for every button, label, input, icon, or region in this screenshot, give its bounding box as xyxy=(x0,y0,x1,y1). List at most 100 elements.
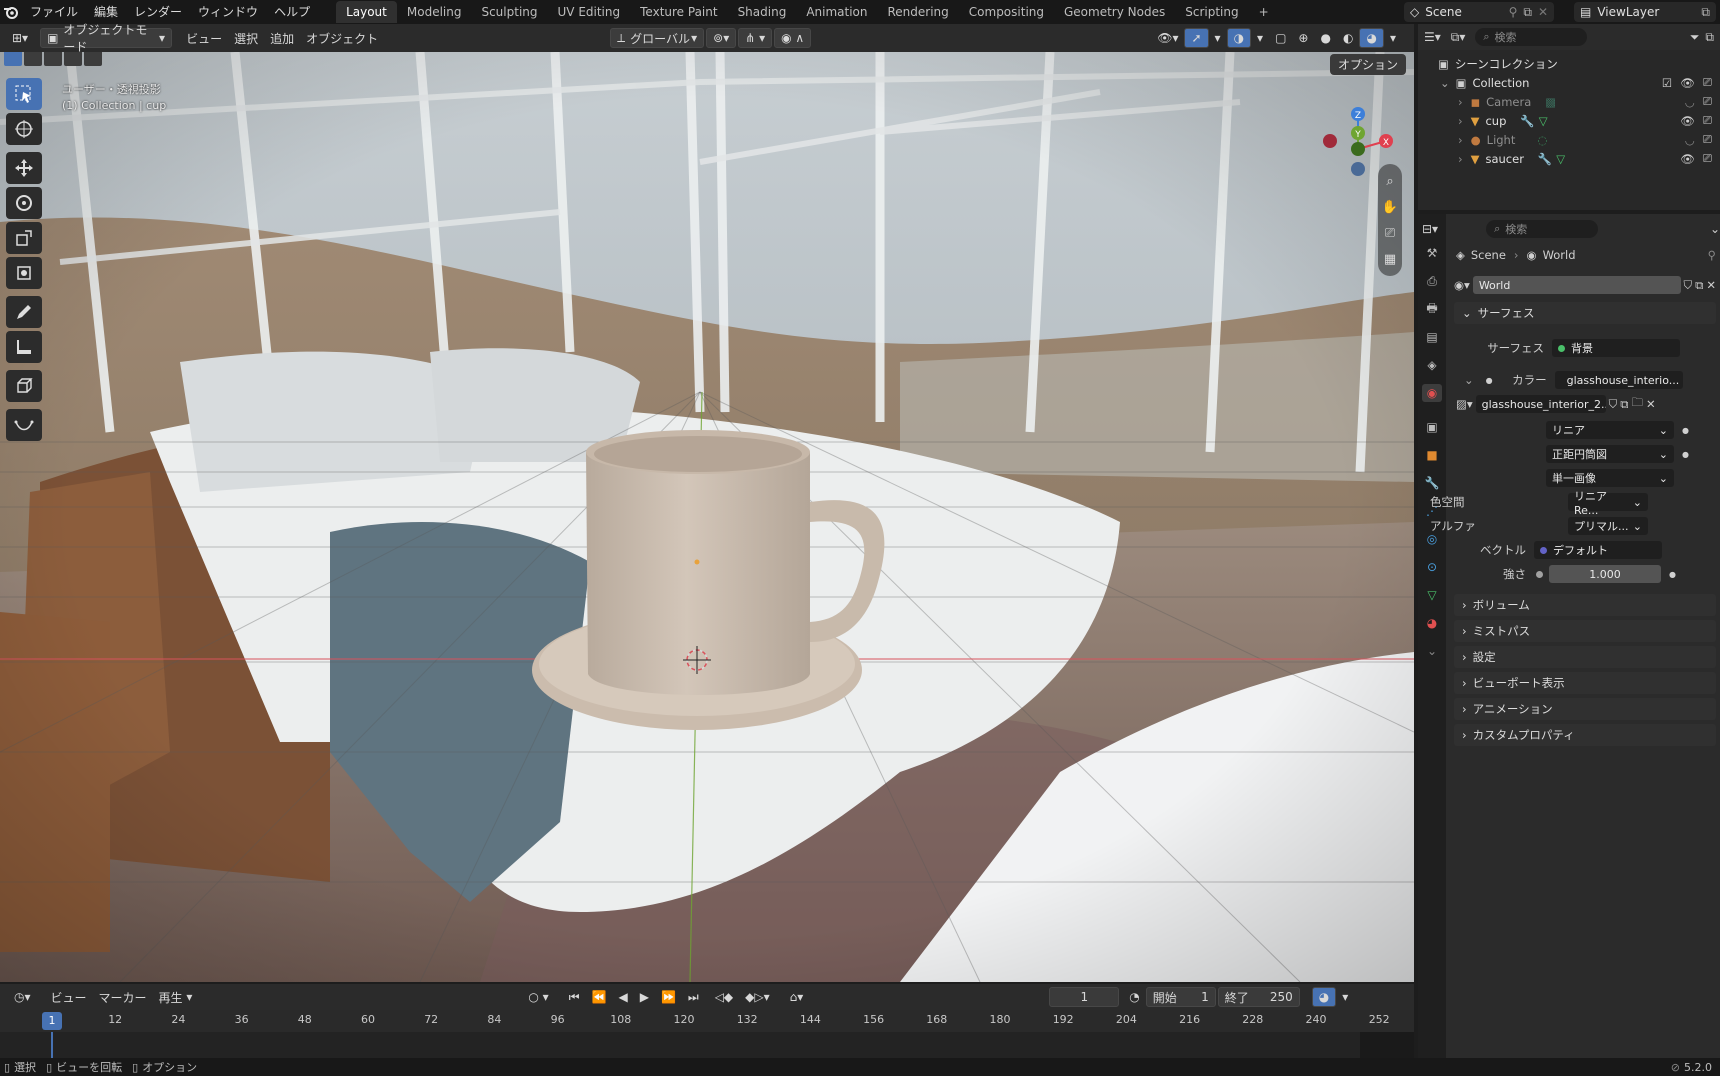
pan-hand-icon[interactable]: ✋ xyxy=(1381,196,1399,218)
image-fake-user-icon[interactable]: ⛉ xyxy=(1609,397,1618,412)
neg-x-axis-icon[interactable] xyxy=(1323,134,1337,148)
animation-panel-header[interactable]: › アニメーション xyxy=(1454,698,1716,720)
options-button[interactable]: オプション xyxy=(1329,54,1406,75)
rotate-tool-icon[interactable] xyxy=(6,187,42,219)
world-browse-icon[interactable]: ◉▾ xyxy=(1454,278,1470,292)
new-collection-icon[interactable]: ⧉ xyxy=(1705,30,1714,45)
image-duplicate-icon[interactable]: ⧉ xyxy=(1620,397,1628,412)
new-scene-icon[interactable]: ⧉ xyxy=(1523,5,1532,20)
keyframe-dot-icon[interactable]: ● xyxy=(1682,450,1689,459)
view-layer-tab-icon[interactable]: ▤ xyxy=(1422,328,1442,346)
scene-tab-icon[interactable]: ◈ xyxy=(1422,356,1442,374)
menu-view[interactable]: ビュー xyxy=(180,28,228,48)
shading-wireframe-icon[interactable]: ⊕ xyxy=(1292,28,1314,48)
interpolation-select[interactable]: リニア ⌄ xyxy=(1546,421,1674,439)
alpha-select[interactable]: プリマル... ⌄ xyxy=(1568,517,1648,535)
include-checkbox-icon[interactable]: ☑ xyxy=(1662,76,1672,90)
settings-panel-header[interactable]: › 設定 xyxy=(1454,646,1716,668)
scene-collection-row[interactable]: ▣ シーンコレクション xyxy=(1418,54,1720,73)
blender-logo-icon[interactable] xyxy=(0,0,22,24)
tab-uv-editing[interactable]: UV Editing xyxy=(548,1,631,23)
keyframe-dot-icon[interactable]: ● xyxy=(1682,426,1689,435)
fake-user-icon[interactable]: ⛉ xyxy=(1684,278,1693,293)
select-mode-intersect-icon[interactable] xyxy=(84,52,102,66)
tab-layout[interactable]: Layout xyxy=(336,1,397,23)
measure-tool-icon[interactable] xyxy=(6,331,42,363)
preview-range-icon[interactable]: ◔ xyxy=(1123,987,1145,1007)
image-open-folder-icon[interactable]: 🗀 xyxy=(1631,395,1643,414)
proportional-edit-toggle[interactable]: ◉ ∧ xyxy=(774,28,812,48)
viewport-display-panel-header[interactable]: › ビューポート表示 xyxy=(1454,672,1716,694)
tab-texture-paint[interactable]: Texture Paint xyxy=(630,1,727,23)
overlay-dropdown[interactable]: ▾ xyxy=(1251,28,1269,48)
properties-search-input[interactable]: ⌕ 検索 xyxy=(1486,220,1599,238)
duplicate-world-icon[interactable]: ⧉ xyxy=(1695,278,1703,293)
gizmo-toggle-icon[interactable]: ➚ xyxy=(1184,28,1209,48)
camera-icon[interactable]: ⎚ xyxy=(1703,94,1712,109)
world-tab-icon[interactable]: ◉ xyxy=(1422,384,1442,402)
collapse-chevron-icon[interactable]: ⌄ xyxy=(1440,76,1450,90)
eye-closed-icon[interactable]: ◡ xyxy=(1685,133,1695,147)
expand-chevron-icon[interactable]: › xyxy=(1458,114,1463,128)
tab-geometry-nodes[interactable]: Geometry Nodes xyxy=(1054,1,1175,23)
collection-tab-icon[interactable]: ▣ xyxy=(1422,418,1442,436)
add-cube-tool-icon[interactable] xyxy=(6,370,42,402)
strength-slider[interactable]: 1.000 xyxy=(1549,565,1661,583)
tab-rendering[interactable]: Rendering xyxy=(878,1,959,23)
source-select[interactable]: 単一画像 ⌄ xyxy=(1546,469,1674,487)
menu-object[interactable]: オブジェクト xyxy=(300,28,384,48)
pivot-point-selector[interactable]: ⊚▾ xyxy=(706,28,737,48)
prev-keyframe-icon[interactable]: ◁◆ xyxy=(709,987,739,1007)
surface-panel-header[interactable]: ⌄ サーフェス xyxy=(1454,302,1716,324)
image-name-field[interactable]: glasshouse_interior_2... xyxy=(1475,395,1606,413)
outliner-item-cup[interactable]: › ▼ cup 🔧 ▽ 👁 ⎚ xyxy=(1418,111,1720,130)
select-box-tool-icon[interactable] xyxy=(6,78,42,110)
add-workspace-icon[interactable]: + xyxy=(1249,1,1279,23)
render-tab-icon[interactable]: ⎙ xyxy=(1422,272,1442,290)
eye-icon[interactable]: 👁 xyxy=(1680,114,1695,128)
image-unlink-icon[interactable]: ✕ xyxy=(1646,397,1656,411)
material-tab-icon[interactable]: ◕ xyxy=(1422,614,1442,632)
sync-icon[interactable]: ◕ xyxy=(1311,987,1337,1007)
next-keyframe-icon[interactable]: ◆▷▾ xyxy=(739,987,775,1007)
auto-key-icon[interactable]: ⌂▾ xyxy=(784,987,810,1007)
filter-icon[interactable]: ⏷ xyxy=(1690,30,1700,45)
color-link-field[interactable]: glasshouse_interio... xyxy=(1554,371,1683,389)
tab-shading[interactable]: Shading xyxy=(728,1,797,23)
timeline-menu-marker[interactable]: マーカー xyxy=(93,987,153,1007)
frame-ruler[interactable]: 1 12 24 36 48 60 72 84 96 108 120 132 144 156 168 180 1… xyxy=(0,1010,1414,1032)
select-mode-invert-icon[interactable] xyxy=(64,52,82,66)
cursor-tool-icon[interactable] xyxy=(6,113,42,145)
outliner-item-light[interactable]: › ● Light ◌ ◡ ⎚ xyxy=(1418,130,1720,149)
data-tab-icon[interactable]: ▽ xyxy=(1422,586,1442,604)
sync-dropdown[interactable]: ▾ xyxy=(1336,987,1354,1007)
custom-properties-panel-header[interactable]: › カスタムプロパティ xyxy=(1454,724,1716,746)
keyframe-dot-icon[interactable]: ● xyxy=(1669,570,1676,579)
neg-z-axis-icon[interactable] xyxy=(1351,162,1365,176)
end-frame-field[interactable]: 終了 250 xyxy=(1217,987,1300,1007)
timeline-editor-type-icon[interactable]: ◷▾ xyxy=(8,987,37,1007)
keying-dot-icon[interactable]: ○ ▾ xyxy=(522,987,554,1007)
outliner-editor-type-icon[interactable]: ☰▾ xyxy=(1424,30,1441,44)
zoom-icon[interactable]: ⌕ xyxy=(1381,170,1399,192)
tab-scripting[interactable]: Scripting xyxy=(1175,1,1248,23)
vector-field[interactable]: デフォルト xyxy=(1534,541,1662,559)
editor-type-icon[interactable]: ⊞▾ xyxy=(6,28,34,48)
output-tab-icon[interactable]: 🖶 xyxy=(1422,300,1442,318)
eye-icon[interactable]: 👁 xyxy=(1680,76,1695,90)
pin-icon[interactable]: ⚲ xyxy=(1708,248,1716,262)
properties-editor-type-icon[interactable]: ⊟▾ xyxy=(1422,222,1438,236)
menu-add[interactable]: 追加 xyxy=(264,28,300,48)
tab-compositing[interactable]: Compositing xyxy=(959,1,1054,23)
new-view-layer-icon[interactable]: ⧉ xyxy=(1701,5,1710,20)
camera-view-icon[interactable]: ⎚ xyxy=(1381,222,1399,244)
eye-icon[interactable]: 👁 xyxy=(1680,152,1695,166)
camera-icon[interactable]: ⎚ xyxy=(1703,75,1712,90)
delete-scene-icon[interactable]: ✕ xyxy=(1538,5,1548,19)
object-tab-icon[interactable]: ■ xyxy=(1422,446,1442,464)
eye-closed-icon[interactable]: ◡ xyxy=(1685,95,1695,109)
scale-tool-icon[interactable] xyxy=(6,222,42,254)
annotate-tool-icon[interactable] xyxy=(6,296,42,328)
shading-dropdown[interactable]: ▾ xyxy=(1384,28,1402,48)
shading-solid-icon[interactable]: ● xyxy=(1314,28,1336,48)
